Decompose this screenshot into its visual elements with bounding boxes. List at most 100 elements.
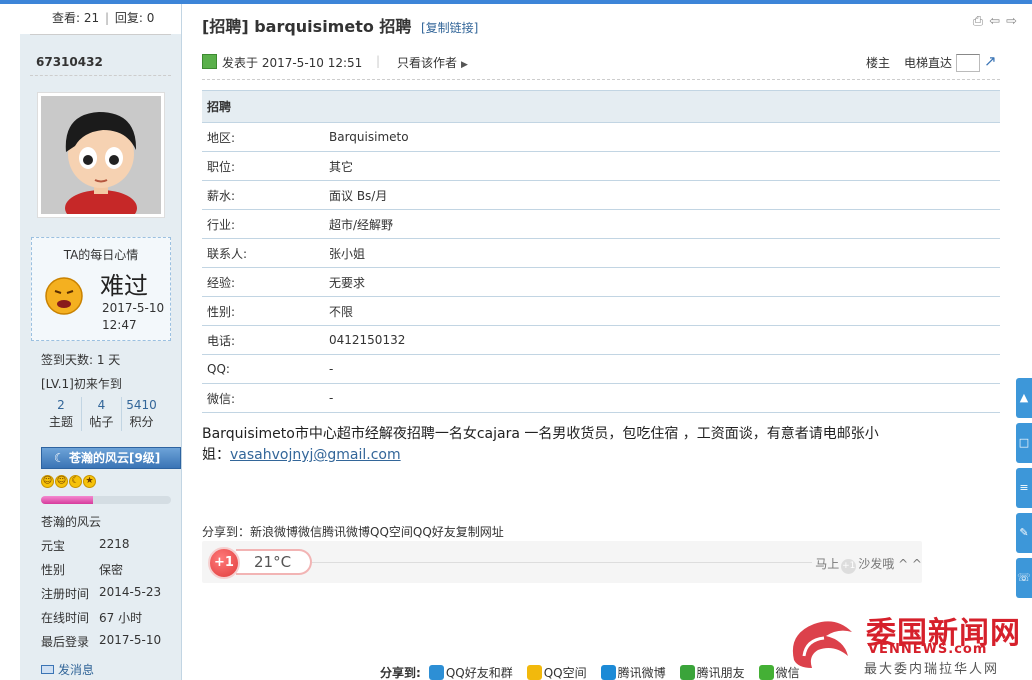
watermark-subtitle: 最大委内瑞拉华人网 <box>864 662 1000 677</box>
mini-plus-one-icon: +1 <box>841 559 857 574</box>
post-main: [招聘] barquisimeto 招聘 [复制链接] ⎙ ⇦ ⇨ 发表于 20… <box>182 4 1032 680</box>
copy-link-button[interactable]: [复制链接] <box>421 21 478 35</box>
rating-line <box>312 562 812 563</box>
elevator-go-icon[interactable]: ↗ <box>984 52 1000 70</box>
topics-count[interactable]: 2 主题 <box>41 397 81 431</box>
site-watermark: 委国新闻网 VENNEWS.com 最大委内瑞拉华人网 <box>786 608 1032 680</box>
star-icon: ★ <box>83 475 96 488</box>
info-row-online: 在线时间 67 小时 <box>41 611 143 625</box>
print-icon[interactable]: ⎙ <box>973 14 983 29</box>
share-bar: 分享到: QQ好友和群 QQ空间 腾讯微博 腾讯朋友 微信 <box>380 664 810 680</box>
sun-icon: ☺ <box>41 475 54 488</box>
tencent-weibo-icon <box>600 665 616 680</box>
floor-label: 楼主 <box>865 56 890 70</box>
table-row: 电话: 0412150132 <box>202 325 1000 355</box>
share-qzone[interactable]: QQ空间 <box>526 664 587 680</box>
elevator-input[interactable] <box>956 54 980 72</box>
table-row: 薪水: 面议 Bs/月 <box>202 180 1000 210</box>
table-row: 地区: Barquisimeto <box>202 122 1000 152</box>
rail-edit-button[interactable]: ✎ <box>1016 513 1032 553</box>
info-row-register: 注册时间 2014-5-23 <box>41 585 162 601</box>
only-author-link[interactable]: 只看该作者 ▶ <box>397 54 468 71</box>
author-counts: 2 主题 4 帖子 5410 积分 <box>41 397 171 431</box>
post-body: Barquisimeto市中心超市经解夜招聘一名女cajara 一名男收货员，包… <box>202 424 882 466</box>
clover-icon <box>679 665 695 680</box>
share-qq-friends[interactable]: QQ好友和群 <box>428 664 513 680</box>
elevator-label: 电梯直达 <box>903 56 952 70</box>
share-links-text[interactable]: 分享到：新浪微博微信腾讯微博QQ空间QQ好友复制网址 <box>202 523 504 540</box>
avatar-image <box>41 96 161 214</box>
replies-count: 0 <box>146 11 155 25</box>
user-group-label: 苍瀚的风云[9级] <box>68 451 161 465</box>
qzone-icon <box>526 665 542 680</box>
sun-icon: ☺ <box>55 475 68 488</box>
online-status-icon <box>202 54 217 69</box>
plus-one-button[interactable]: +1 <box>208 547 240 579</box>
level-progress-fill <box>41 496 93 504</box>
sofa-prompt: 马上 +1 沙发哦 ^ ^ <box>815 555 922 574</box>
views-count: 21 <box>83 11 100 25</box>
send-message-label: 发消息 <box>58 663 95 677</box>
table-row: 联系人: 张小姐 <box>202 238 1000 268</box>
info-row-yuanbao: 元宝 2218 <box>41 537 130 553</box>
table-row: 性别: 不限 <box>202 296 1000 326</box>
user-level[interactable]: [LV.1]初来乍到 <box>41 375 122 392</box>
table-row: QQ: - <box>202 354 1000 384</box>
views-label: 查看: <box>52 11 81 25</box>
rank-icons: ☺ ☺ ☾ ★ <box>41 475 96 488</box>
checkin-days: 签到天数: 1 天 <box>41 353 121 367</box>
post-header: 发表于 2017-5-10 12:51 | 只看该作者 ▶ 楼主 电梯直达 ↗ <box>202 48 1000 80</box>
level-progress-bar <box>41 496 171 504</box>
prev-thread-icon[interactable]: ⇦ <box>989 14 1000 29</box>
points-count[interactable]: 5410 积分 <box>121 397 161 431</box>
thread-title: [招聘] barquisimeto 招聘 [复制链接] <box>202 13 478 37</box>
rail-reply-button[interactable]: □ <box>1016 423 1032 463</box>
watermark-url: VENNEWS.com <box>868 642 988 657</box>
site-logo <box>786 610 860 672</box>
rail-list-button[interactable]: ≡ <box>1016 468 1032 508</box>
stats-separator: | <box>104 11 110 25</box>
share-tencent-weibo[interactable]: 腾讯微博 <box>600 664 666 680</box>
next-thread-icon[interactable]: ⇨ <box>1006 14 1017 29</box>
rail-chat-button[interactable]: ☏ <box>1016 558 1032 598</box>
mood-timestamp: 2017-5-10 12:47 <box>102 300 164 334</box>
mood-time: 12:47 <box>102 318 137 332</box>
job-info-table: 招聘 地区: Barquisimeto 职位: 其它 薪水: 面议 Bs/月 行业: 超… <box>202 90 1000 413</box>
author-sidebar: 查看: 21 | 回复: 0 67310432 TA的每日心情 难过 2017-… <box>20 4 182 680</box>
mood-word: 难过 <box>100 272 148 300</box>
table-row: 行业: 超市/经解野 <box>202 209 1000 239</box>
moon-icon: ☾ <box>54 451 65 465</box>
envelope-icon <box>41 665 54 674</box>
moon-icon: ☾ <box>69 475 82 488</box>
share-label: 分享到: <box>380 666 421 680</box>
post-time: 发表于 2017-5-10 12:51 <box>222 56 363 70</box>
floating-toolbar: ▲ □ ≡ ✎ ☏ <box>1016 378 1032 603</box>
table-row: 微信: - <box>202 383 1000 413</box>
sad-face-icon <box>44 276 84 316</box>
table-row: 职位: 其它 <box>202 151 1000 181</box>
rail-top-button[interactable]: ▲ <box>1016 378 1032 418</box>
info-row-lastlogin: 最后登录 2017-5-10 <box>41 633 162 649</box>
daily-mood-card: TA的每日心情 难过 2017-5-10 12:47 <box>31 237 171 341</box>
posts-count[interactable]: 4 帖子 <box>81 397 121 431</box>
mood-title: TA的每日心情 <box>63 248 139 262</box>
thread-stats: 查看: 21 | 回复: 0 <box>20 4 181 34</box>
header-separator: | <box>376 54 381 68</box>
info-row-gender: 性别 保密 <box>41 563 124 577</box>
thread-title-text: [招聘] barquisimeto 招聘 <box>202 17 412 36</box>
replies-label: 回复: <box>114 11 143 25</box>
rating-bar: 21°C +1 马上 +1 沙发哦 ^ ^ <box>202 541 922 583</box>
author-name[interactable]: 67310432 <box>30 34 171 76</box>
table-header: 招聘 <box>202 90 1000 123</box>
share-tencent-friends[interactable]: 腾讯朋友 <box>679 664 745 680</box>
mood-date: 2017-5-10 <box>102 301 165 315</box>
qq-icon <box>428 665 444 680</box>
temperature-pill: 21°C <box>236 549 312 575</box>
user-group-badge[interactable]: ☾ 苍瀚的风云[9级] <box>41 447 181 469</box>
triangle-right-icon: ▶ <box>461 60 468 70</box>
email-link[interactable]: vasahvojnyj@gmail.com <box>230 447 401 463</box>
title-tools: ⎙ ⇦ ⇨ <box>973 14 1017 29</box>
avatar[interactable] <box>37 92 165 218</box>
send-message-link[interactable]: 发消息 <box>41 661 94 678</box>
author-nickname: 苍瀚的风云 <box>41 515 102 529</box>
